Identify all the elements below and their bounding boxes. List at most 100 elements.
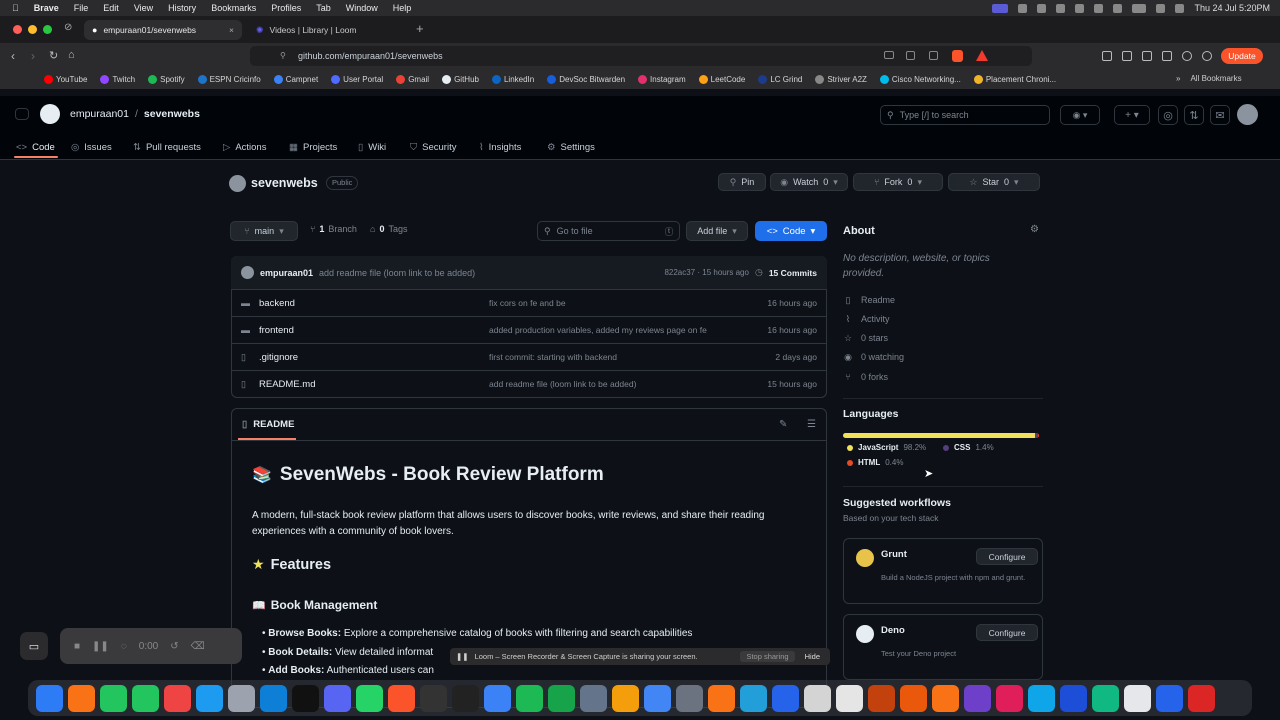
dock-app-icon[interactable] [1156, 684, 1183, 712]
copilot-button[interactable]: ◉ ▾ [1060, 105, 1100, 125]
dock-app-icon[interactable] [420, 684, 447, 712]
go-to-file-input[interactable]: ⚲ Go to file t [537, 221, 680, 241]
commit-count[interactable]: 15 Commits [769, 268, 817, 278]
dock-app-icon[interactable] [676, 684, 703, 712]
file-name-link[interactable]: backend [259, 298, 489, 309]
bookmark-6[interactable]: Gmail [396, 75, 429, 84]
pause-icon[interactable]: ❚❚ [92, 641, 109, 652]
all-bookmarks[interactable]: All Bookmarks [1190, 74, 1241, 83]
menu-tab[interactable]: Tab [316, 3, 331, 13]
star-button[interactable]: ☆ Star 0 ▾ [948, 173, 1040, 191]
bookmark-3[interactable]: ESPN Cricinfo [197, 75, 261, 84]
dock-app-icon[interactable] [1092, 684, 1119, 712]
pin-button[interactable]: ⚲ Pin [718, 173, 766, 191]
dock-app-icon[interactable] [900, 684, 927, 712]
bookmark-8[interactable]: LinkedIn [491, 75, 534, 84]
close-tab-icon[interactable]: × [229, 25, 234, 35]
hide-banner-button[interactable]: Hide [801, 651, 824, 662]
repo-link[interactable]: sevenwebs [144, 108, 200, 120]
extensions-puzzle-icon[interactable] [1162, 51, 1172, 61]
hamburger-menu-icon[interactable] [15, 108, 29, 120]
reload-icon[interactable]: ↻ [49, 49, 58, 62]
bookmark-11[interactable]: LeetCode [698, 75, 745, 84]
dock-app-icon[interactable] [484, 684, 511, 712]
bookmark-14[interactable]: Cisco Networking... [879, 75, 961, 84]
update-button[interactable]: Update [1221, 48, 1263, 64]
menu-bookmarks[interactable]: Bookmarks [211, 3, 256, 13]
status-icon[interactable] [1037, 3, 1047, 13]
dock-app-icon[interactable] [740, 684, 767, 712]
apple-icon[interactable]:  [12, 3, 19, 13]
avatar[interactable] [1237, 104, 1258, 125]
gear-icon[interactable]: ⚙ [1030, 224, 1039, 235]
menu-history[interactable]: History [168, 3, 196, 13]
dock-app-icon[interactable] [836, 684, 863, 712]
tab-insights[interactable]: ⌇ Insights [479, 138, 521, 156]
menu-file[interactable]: File [74, 3, 89, 13]
stop-record-icon[interactable]: ■ [74, 641, 80, 652]
dock-app-icon[interactable] [708, 684, 735, 712]
delete-icon[interactable]: ⌫ [191, 641, 205, 652]
minimize-window-button[interactable] [28, 25, 37, 34]
file-name-link[interactable]: .gitignore [259, 352, 489, 363]
control-center-icon[interactable] [1175, 3, 1185, 13]
activity-link[interactable]: ⌇ Activity [843, 311, 890, 327]
language-item[interactable]: JavaScript 98.2% [847, 443, 926, 452]
dock-app-icon[interactable] [644, 684, 671, 712]
stop-sharing-button[interactable]: Stop sharing [740, 651, 795, 662]
commit-author[interactable]: empuraan01 [260, 268, 313, 278]
bookmark-10[interactable]: Instagram [638, 75, 686, 84]
language-item[interactable]: HTML 0.4% [847, 458, 903, 467]
status-icon[interactable] [1056, 3, 1066, 13]
search-input[interactable]: ⚲ Type [/] to search [880, 105, 1050, 125]
tab-loom[interactable]: ✺ Videos | Library | Loom [248, 20, 408, 40]
wallet-icon[interactable] [1202, 51, 1212, 61]
dock-app-icon[interactable] [868, 684, 895, 712]
dock-app-icon[interactable] [388, 684, 415, 712]
tab-security[interactable]: ⛉ Security [410, 138, 456, 156]
extension-icon[interactable] [1102, 51, 1112, 61]
back-icon[interactable]: ‹ [11, 49, 15, 63]
dock-app-icon[interactable] [1028, 684, 1055, 712]
owner-link[interactable]: empuraan01 [70, 108, 129, 120]
tab-issues[interactable]: ◎ Issues [71, 138, 112, 156]
repo-title[interactable]: sevenwebs [251, 176, 318, 190]
file-commit-message[interactable]: first commit: starting with backend [489, 352, 617, 362]
reader-icon[interactable] [906, 51, 915, 60]
menu-help[interactable]: Help [393, 3, 412, 13]
menu-window[interactable]: Window [346, 3, 378, 13]
dock-app-icon[interactable] [580, 684, 607, 712]
tab-sevenwebs[interactable]: ● empuraan01/sevenwebs × [84, 20, 242, 40]
configure-button[interactable]: Configure [976, 624, 1038, 641]
dock-app-icon[interactable] [964, 684, 991, 712]
dock-app-icon[interactable] [132, 684, 159, 712]
file-name-link[interactable]: frontend [259, 325, 489, 336]
vpn-icon[interactable] [1182, 51, 1192, 61]
watching-link[interactable]: ◉ 0 watching [843, 349, 904, 365]
menu-app[interactable]: Brave [34, 3, 59, 13]
create-new-button[interactable]: + ▾ [1114, 105, 1150, 125]
bookmark-12[interactable]: LC Grind [758, 75, 802, 84]
restart-icon[interactable]: ↺ [170, 641, 178, 652]
brave-rewards-icon[interactable] [976, 50, 988, 61]
readme-tab[interactable]: ▯ README [242, 419, 294, 430]
site-info-icon[interactable]: ⚲ [280, 46, 286, 66]
dock-app-icon[interactable] [100, 684, 127, 712]
dock-app-icon[interactable] [260, 684, 287, 712]
dock-app-icon[interactable] [772, 684, 799, 712]
dock-app-icon[interactable] [68, 684, 95, 712]
dock-app-icon[interactable] [516, 684, 543, 712]
tab-settings[interactable]: ⚙ Settings [547, 138, 595, 156]
fork-button[interactable]: ⑂ Fork 0 ▾ [853, 173, 943, 191]
tab-pull-requests[interactable]: ⇅ Pull requests [133, 138, 201, 156]
dock-app-icon[interactable] [804, 684, 831, 712]
watch-button[interactable]: ◉ Watch 0 ▾ [770, 173, 848, 191]
cast-icon[interactable] [884, 51, 894, 59]
dock-app-icon[interactable] [196, 684, 223, 712]
tabs-menu-icon[interactable]: ⊘ [64, 22, 72, 33]
dock-app-icon[interactable] [452, 684, 479, 712]
new-tab-button[interactable]: + [416, 21, 424, 36]
file-name-link[interactable]: README.md [259, 379, 489, 390]
dock-app-icon[interactable] [164, 684, 191, 712]
file-commit-message[interactable]: fix cors on fe and be [489, 298, 566, 308]
